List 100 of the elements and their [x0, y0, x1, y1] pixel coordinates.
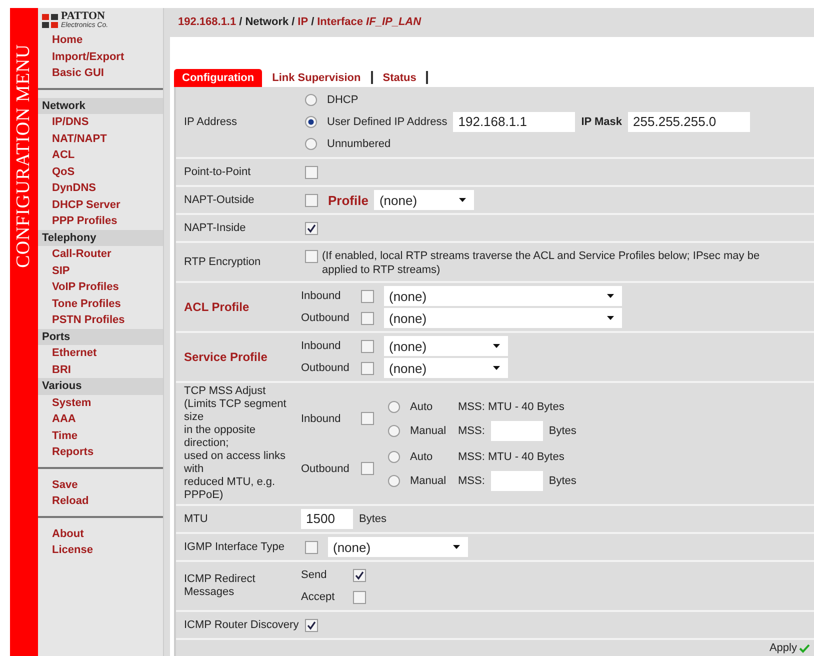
radio-button[interactable] [305, 94, 317, 106]
menu-heading: Various [38, 378, 163, 394]
radio-button[interactable] [388, 424, 400, 436]
checkbox[interactable] [353, 590, 366, 604]
profile-link[interactable]: Profile [328, 192, 368, 208]
dropdown[interactable]: (none) [328, 537, 468, 557]
checkbox[interactable] [305, 540, 318, 554]
mtu-field[interactable]: 1500 [301, 509, 353, 529]
direction-label: Inbound [301, 412, 342, 424]
dropdown[interactable]: (none) [374, 190, 474, 210]
mss-field[interactable] [490, 470, 543, 490]
field-label: IGMP Interface Type [184, 540, 284, 554]
dropdown[interactable]: (none) [384, 358, 508, 378]
checkbox[interactable] [353, 568, 366, 582]
mss-text: MSS: MTU - 40 Bytes [458, 400, 564, 412]
breadcrumb-link[interactable]: Interface IF_IP_LAN [317, 16, 422, 28]
radio-button[interactable] [388, 450, 400, 462]
ip-address-field[interactable]: 192.168.1.1 [453, 112, 576, 132]
caret-icon [493, 344, 500, 348]
menu-link[interactable]: Save [38, 476, 78, 493]
radio-label: User Defined IP Address [327, 116, 448, 128]
checkbox[interactable] [305, 166, 318, 178]
apply-button[interactable]: Apply [769, 642, 810, 654]
menu-link[interactable]: Basic GUI [38, 65, 104, 82]
tab[interactable]: Status [378, 69, 420, 87]
ip-mask-field[interactable]: 255.255.255.0 [628, 112, 750, 132]
menu-link[interactable]: Call-Router [38, 246, 112, 262]
field-label: MSS: [458, 424, 485, 436]
field-label: NAPT-Outside [184, 194, 254, 206]
menu-heading: Ports [38, 328, 163, 345]
menu-link[interactable]: Reports [38, 444, 94, 460]
menu-link[interactable]: PPP Profiles [38, 213, 118, 230]
unit-label: Bytes [548, 474, 576, 486]
radio-label: Manual [410, 424, 448, 436]
dropdown[interactable]: (none) [384, 336, 508, 356]
checkbox[interactable] [361, 412, 374, 425]
menu-link[interactable]: Ethernet [38, 345, 97, 362]
menu-link[interactable]: VoIP Profiles [38, 279, 119, 296]
radio-button[interactable] [388, 400, 400, 412]
field-label: Point-to-Point [184, 166, 251, 178]
breadcrumb-separator: / [311, 16, 314, 28]
radio-button[interactable] [305, 138, 317, 150]
checkbox[interactable] [305, 222, 318, 234]
menu-link[interactable]: Time [38, 428, 78, 444]
field-label: ICMP Redirect Messages [184, 573, 256, 599]
breadcrumb-text: Network [245, 16, 289, 28]
menu-link[interactable]: NAT/NAPT [38, 130, 107, 147]
field-link[interactable]: Service Profile [184, 350, 268, 364]
menu-heading: Network [38, 98, 163, 114]
caret-icon [453, 545, 460, 549]
field-label: RTP Encryption [184, 256, 261, 268]
direction-label: Inbound [301, 340, 342, 352]
caret-icon [607, 294, 614, 298]
field-label: ICMP Router Discovery [184, 618, 299, 632]
checkbox[interactable] [305, 250, 318, 263]
breadcrumb-link[interactable]: IP [298, 16, 308, 28]
checkbox[interactable] [361, 462, 374, 475]
tab[interactable]: Configuration [174, 69, 262, 87]
dropdown[interactable]: (none) [384, 286, 622, 306]
menu-link[interactable]: DHCP Server [38, 196, 120, 213]
menu-link[interactable]: ACL [38, 147, 75, 164]
mss-field[interactable] [490, 420, 543, 440]
radio-button[interactable] [388, 474, 400, 486]
menu-link[interactable]: License [38, 542, 93, 558]
menu-link[interactable]: System [38, 394, 92, 411]
menu-title: CONFIGURATION MENU [13, 44, 35, 268]
menu-link[interactable]: IP/DNS [38, 114, 89, 130]
check-icon [799, 644, 810, 652]
breadcrumb-link[interactable]: 192.168.1.1 [178, 16, 236, 28]
menu-link[interactable]: Import/Export [38, 48, 124, 65]
field-link[interactable]: ACL Profile [184, 300, 250, 314]
checkbox[interactable] [361, 312, 374, 324]
caret-icon [607, 316, 614, 320]
menu-link[interactable]: BRI [38, 362, 71, 378]
menu-link[interactable]: Reload [38, 493, 89, 510]
menu-link[interactable]: About [38, 526, 84, 542]
checkbox[interactable] [361, 362, 374, 374]
checkbox[interactable] [361, 340, 374, 352]
mss-text: MSS: MTU - 40 Bytes [458, 450, 564, 462]
menu-link[interactable]: SIP [38, 262, 70, 279]
menu-link[interactable]: QoS [38, 164, 75, 180]
menu-link[interactable]: Tone Profiles [38, 296, 121, 312]
field-label: MTU [184, 512, 208, 526]
option-label: Send [301, 569, 328, 581]
checkbox[interactable] [305, 618, 318, 632]
menu-link[interactable]: Home [38, 32, 83, 48]
breadcrumb-separator: / [292, 16, 295, 28]
menu-link[interactable]: DynDNS [38, 180, 96, 196]
checkbox[interactable] [305, 194, 318, 206]
caret-icon [459, 198, 466, 202]
field-label: IP Address [184, 116, 237, 128]
unit-label: Bytes [359, 513, 387, 525]
menu-link[interactable]: AAA [38, 411, 76, 428]
radio-button[interactable] [305, 116, 317, 128]
dropdown[interactable]: (none) [384, 308, 622, 328]
tab[interactable]: Link Supervision [268, 69, 365, 87]
checkbox[interactable] [361, 290, 374, 302]
breadcrumb-separator: / [239, 16, 242, 28]
menu-link[interactable]: PSTN Profiles [38, 312, 125, 328]
direction-label: Outbound [301, 462, 350, 474]
